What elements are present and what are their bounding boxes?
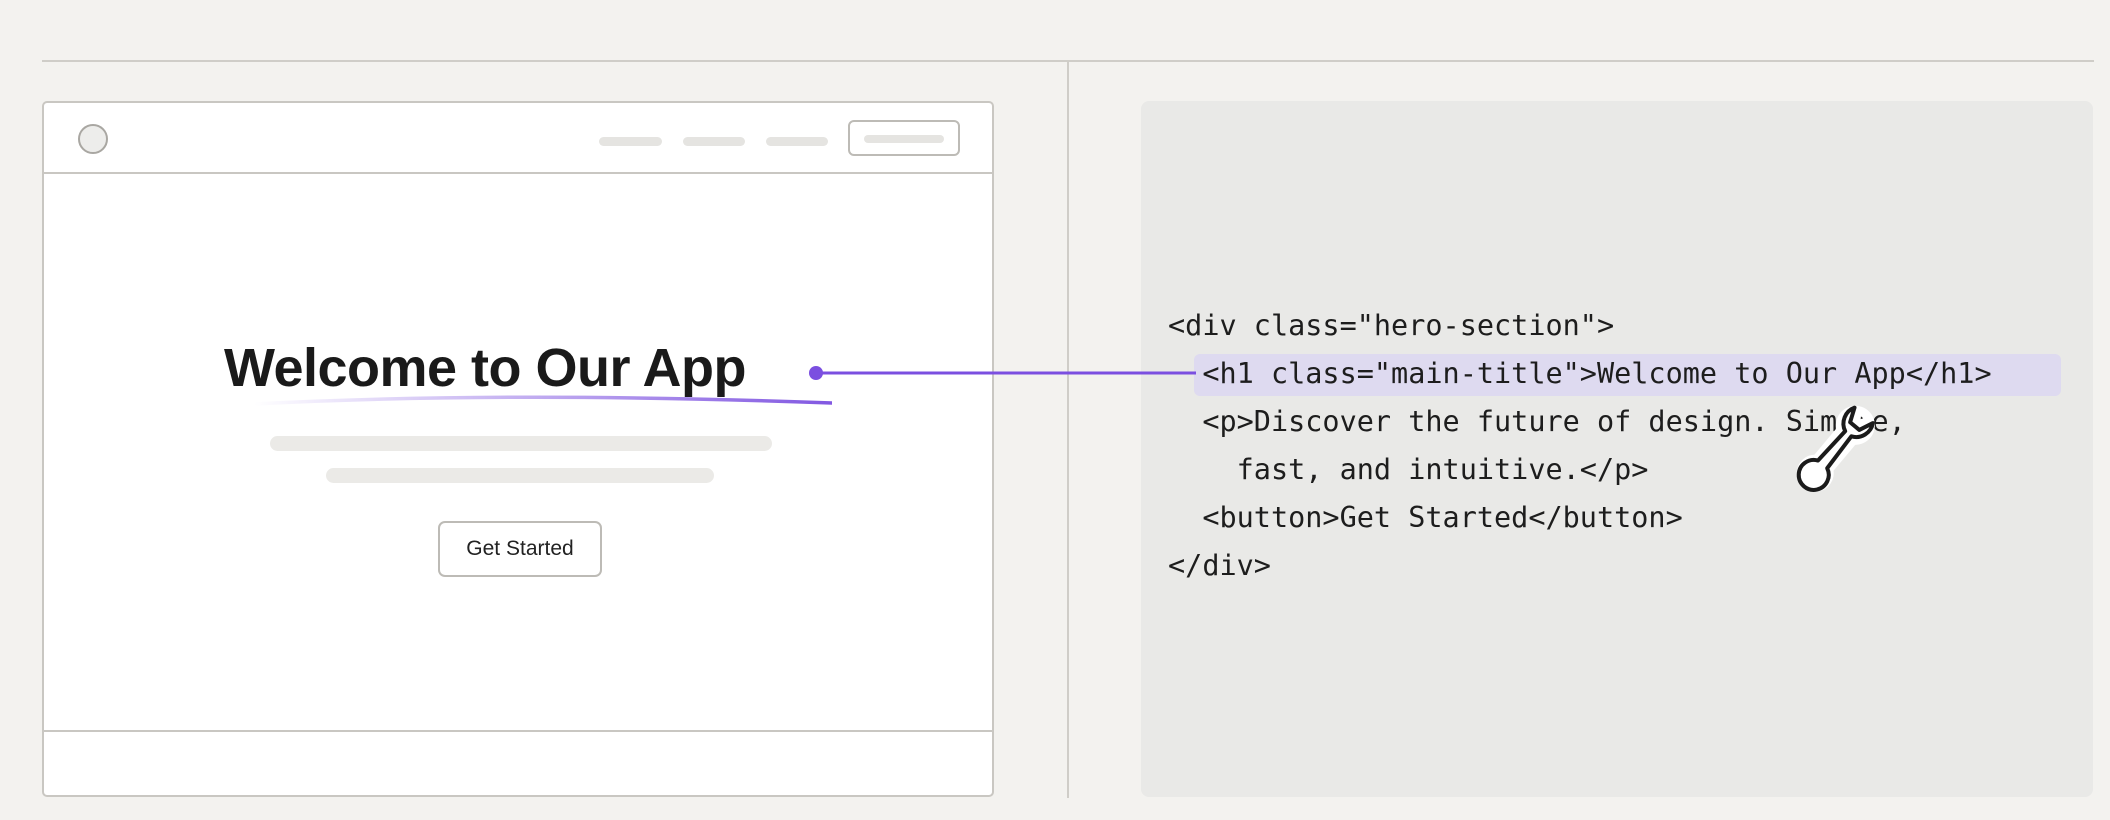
code-line[interactable]: <div class="hero-section">	[1168, 306, 1614, 346]
logo-placeholder-icon	[78, 124, 108, 154]
browser-preview: Welcome to Our App Get Started	[42, 101, 994, 797]
code-line[interactable]: </div>	[1168, 546, 1271, 586]
nav-cta-button[interactable]	[848, 120, 960, 156]
nav-link-placeholder[interactable]	[683, 137, 745, 146]
subtitle-placeholder-line	[326, 468, 714, 483]
get-started-button[interactable]: Get Started	[438, 521, 602, 577]
code-panel	[1141, 101, 2093, 797]
browser-header	[44, 103, 992, 174]
nav-link-placeholder[interactable]	[766, 137, 828, 146]
wrench-icon	[1796, 405, 1875, 492]
code-line[interactable]: <button>Get Started</button>	[1168, 498, 1682, 538]
footer-divider	[44, 730, 992, 732]
nav-cta-label-placeholder	[864, 135, 944, 143]
code-line-highlighted[interactable]: <h1 class="main-title">Welcome to Our Ap…	[1168, 354, 1991, 394]
code-line[interactable]: fast, and intuitive.</p>	[1168, 450, 1649, 490]
title-underline	[252, 395, 832, 406]
panel-divider	[1067, 62, 1069, 798]
subtitle-placeholder-line	[270, 436, 772, 451]
nav-link-placeholder[interactable]	[599, 137, 662, 146]
